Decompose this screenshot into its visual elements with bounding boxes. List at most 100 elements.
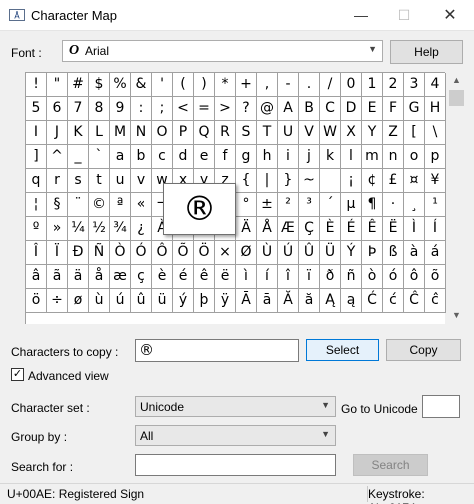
character-cell[interactable]: » bbox=[47, 217, 68, 241]
character-cell[interactable]: ¹ bbox=[425, 193, 446, 217]
character-cell[interactable]: ' bbox=[152, 73, 173, 97]
character-cell[interactable]: þ bbox=[194, 289, 215, 313]
character-cell[interactable]: P bbox=[173, 121, 194, 145]
character-cell[interactable]: F bbox=[383, 97, 404, 121]
character-cell[interactable]: S bbox=[236, 121, 257, 145]
character-cell[interactable]: : bbox=[131, 97, 152, 121]
character-cell[interactable]: O bbox=[152, 121, 173, 145]
character-cell[interactable]: Ü bbox=[320, 241, 341, 265]
character-cell[interactable]: L bbox=[89, 121, 110, 145]
character-cell[interactable]: ù bbox=[89, 289, 110, 313]
character-cell[interactable]: õ bbox=[425, 265, 446, 289]
character-cell[interactable]: Ý bbox=[341, 241, 362, 265]
character-cell[interactable]: à bbox=[404, 241, 425, 265]
character-cell[interactable]: a bbox=[110, 145, 131, 169]
grid-scrollbar[interactable]: ▲ ▼ bbox=[447, 72, 466, 324]
character-cell[interactable]: ì bbox=[236, 265, 257, 289]
character-cell[interactable]: Î bbox=[26, 241, 47, 265]
character-cell[interactable]: ą bbox=[341, 289, 362, 313]
character-cell[interactable]: § bbox=[47, 193, 68, 217]
character-cell[interactable]: « bbox=[131, 193, 152, 217]
character-cell[interactable]: è bbox=[152, 265, 173, 289]
character-cell[interactable]: f bbox=[215, 145, 236, 169]
character-cell[interactable]: = bbox=[194, 97, 215, 121]
character-cell[interactable]: X bbox=[341, 121, 362, 145]
maximize-button[interactable]: ☐ bbox=[384, 0, 424, 31]
character-cell[interactable]: Z bbox=[383, 121, 404, 145]
character-cell[interactable]: £ bbox=[383, 169, 404, 193]
help-button[interactable]: Help bbox=[390, 40, 463, 64]
character-cell[interactable]: . bbox=[299, 73, 320, 97]
character-cell[interactable]: ÿ bbox=[215, 289, 236, 313]
character-cell[interactable]: ç bbox=[131, 265, 152, 289]
minimize-button[interactable]: — bbox=[341, 0, 381, 31]
character-cell[interactable]: Ò bbox=[110, 241, 131, 265]
character-cell[interactable]: Ë bbox=[383, 217, 404, 241]
character-cell[interactable]: , bbox=[257, 73, 278, 97]
character-cell[interactable]: J bbox=[47, 121, 68, 145]
character-cell[interactable]: Ð bbox=[68, 241, 89, 265]
character-cell[interactable]: É bbox=[341, 217, 362, 241]
character-cell[interactable]: b bbox=[131, 145, 152, 169]
character-cell[interactable]: Ú bbox=[278, 241, 299, 265]
character-cell[interactable]: 8 bbox=[89, 97, 110, 121]
character-cell[interactable]: Ă bbox=[278, 289, 299, 313]
character-cell[interactable]: ^ bbox=[47, 145, 68, 169]
character-cell[interactable]: % bbox=[110, 73, 131, 97]
character-cell[interactable]: - bbox=[278, 73, 299, 97]
character-cell[interactable]: 2 bbox=[383, 73, 404, 97]
character-cell[interactable]: + bbox=[236, 73, 257, 97]
character-cell[interactable]: ñ bbox=[341, 265, 362, 289]
character-cell[interactable]: µ bbox=[341, 193, 362, 217]
character-cell[interactable]: * bbox=[215, 73, 236, 97]
character-cell[interactable]: _ bbox=[68, 145, 89, 169]
character-cell[interactable]: Û bbox=[299, 241, 320, 265]
character-cell[interactable]: ? bbox=[236, 97, 257, 121]
character-cell[interactable]: ë bbox=[215, 265, 236, 289]
character-cell[interactable]: ¤ bbox=[404, 169, 425, 193]
character-cell[interactable]: B bbox=[299, 97, 320, 121]
character-cell[interactable]: Ó bbox=[131, 241, 152, 265]
character-cell[interactable]: ³ bbox=[299, 193, 320, 217]
character-cell[interactable]: 7 bbox=[68, 97, 89, 121]
character-cell[interactable]: Å bbox=[257, 217, 278, 241]
character-cell[interactable]: 5 bbox=[26, 97, 47, 121]
character-cell[interactable]: G bbox=[404, 97, 425, 121]
character-cell[interactable]: 6 bbox=[47, 97, 68, 121]
group-by-dropdown[interactable]: All ▼ bbox=[135, 425, 336, 446]
character-cell[interactable]: ¿ bbox=[131, 217, 152, 241]
character-cell[interactable]: Ï bbox=[47, 241, 68, 265]
character-cell[interactable]: ê bbox=[194, 265, 215, 289]
character-cell[interactable]: ¨ bbox=[68, 193, 89, 217]
character-cell[interactable]: @ bbox=[257, 97, 278, 121]
scroll-thumb[interactable] bbox=[449, 90, 464, 106]
character-cell[interactable]: c bbox=[152, 145, 173, 169]
character-cell[interactable]: ă bbox=[299, 289, 320, 313]
character-cell[interactable]: H bbox=[425, 97, 446, 121]
character-cell[interactable]: © bbox=[89, 193, 110, 217]
scroll-up-arrow-icon[interactable]: ▲ bbox=[447, 72, 466, 89]
character-cell[interactable]: # bbox=[68, 73, 89, 97]
character-cell[interactable]: q bbox=[26, 169, 47, 193]
character-cell[interactable]: á bbox=[425, 241, 446, 265]
character-cell[interactable]: o bbox=[404, 145, 425, 169]
character-cell[interactable]: V bbox=[299, 121, 320, 145]
character-cell[interactable]: Ù bbox=[257, 241, 278, 265]
character-cell[interactable]: s bbox=[68, 169, 89, 193]
character-cell[interactable]: Q bbox=[194, 121, 215, 145]
character-cell[interactable]: " bbox=[47, 73, 68, 97]
character-cell[interactable] bbox=[320, 169, 341, 193]
character-cell[interactable]: ò bbox=[362, 265, 383, 289]
character-cell[interactable]: h bbox=[257, 145, 278, 169]
scroll-down-arrow-icon[interactable]: ▼ bbox=[447, 307, 466, 324]
character-cell[interactable]: Ê bbox=[362, 217, 383, 241]
character-cell[interactable]: [ bbox=[404, 121, 425, 145]
character-cell[interactable]: ¡ bbox=[341, 169, 362, 193]
close-button[interactable]: ✕ bbox=[430, 0, 470, 31]
character-cell[interactable]: & bbox=[131, 73, 152, 97]
character-cell[interactable]: j bbox=[299, 145, 320, 169]
character-cell[interactable]: û bbox=[131, 289, 152, 313]
character-cell[interactable]: / bbox=[320, 73, 341, 97]
character-cell[interactable]: ó bbox=[383, 265, 404, 289]
character-cell[interactable]: Õ bbox=[173, 241, 194, 265]
